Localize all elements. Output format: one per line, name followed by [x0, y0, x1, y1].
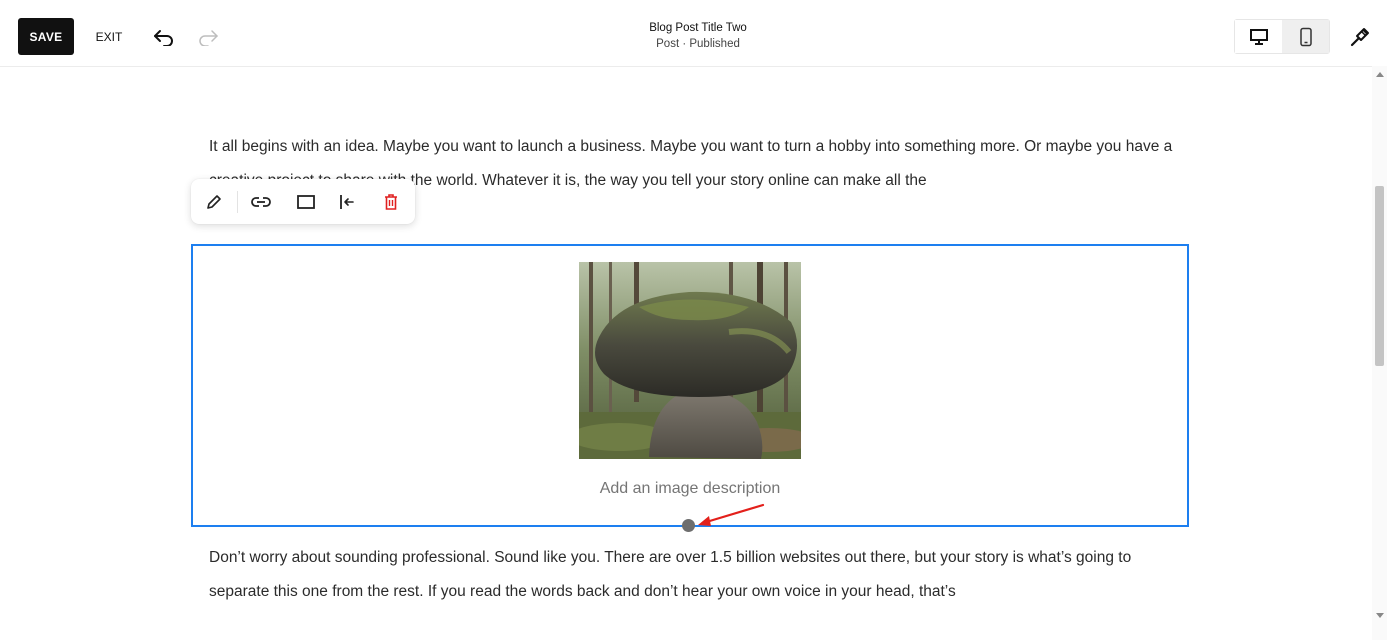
- document-status: Post · Published: [656, 38, 740, 50]
- editor-top-bar: SAVE EXIT Blog Post Title Two Post · Pub…: [0, 0, 1387, 67]
- balancing-rock-photo: [579, 262, 801, 459]
- link-icon: [251, 197, 271, 207]
- paintbrush-icon: [1350, 28, 1369, 47]
- desktop-view-button[interactable]: [1235, 20, 1282, 53]
- vertical-scrollbar[interactable]: [1372, 66, 1387, 640]
- undo-icon: [154, 30, 173, 46]
- redo-button[interactable]: [194, 24, 222, 50]
- toolbar-divider: [237, 191, 238, 213]
- image[interactable]: [579, 262, 801, 459]
- mobile-icon: [1299, 27, 1312, 46]
- align-left-icon: [340, 195, 354, 209]
- device-preview-toggle: [1234, 19, 1330, 54]
- document-title: Blog Post Title Two: [649, 22, 747, 34]
- align-button[interactable]: [332, 187, 362, 217]
- desktop-icon: [1249, 28, 1268, 45]
- pencil-icon: [207, 195, 221, 209]
- delete-button[interactable]: [376, 187, 406, 217]
- text-block-body[interactable]: Don’t worry about sounding professional.…: [209, 541, 1189, 609]
- annotation-arrow-icon: [698, 503, 765, 526]
- scroll-up-arrow[interactable]: [1376, 72, 1384, 77]
- mobile-view-button[interactable]: [1282, 20, 1329, 53]
- image-block-toolbar: [191, 179, 415, 224]
- exit-button[interactable]: EXIT: [86, 18, 132, 55]
- image-block-selected[interactable]: [191, 244, 1189, 527]
- trash-icon: [385, 194, 397, 210]
- block-resize-handle[interactable]: [682, 519, 695, 532]
- layout-button[interactable]: [291, 187, 321, 217]
- redo-icon: [199, 30, 218, 46]
- save-button[interactable]: SAVE: [18, 18, 74, 55]
- link-button[interactable]: [246, 187, 276, 217]
- image-description-input[interactable]: [193, 480, 1187, 498]
- edit-button[interactable]: [199, 187, 229, 217]
- scroll-thumb[interactable]: [1375, 186, 1384, 366]
- undo-button[interactable]: [150, 24, 178, 50]
- scroll-down-arrow[interactable]: [1376, 613, 1384, 618]
- square-icon: [297, 195, 315, 209]
- site-styles-button[interactable]: [1346, 22, 1374, 52]
